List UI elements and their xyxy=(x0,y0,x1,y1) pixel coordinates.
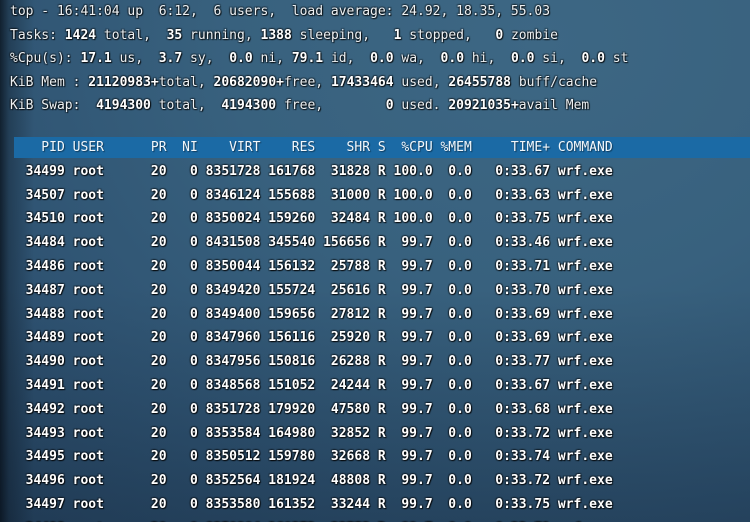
summary-text: KiB Mem : xyxy=(10,75,88,90)
process-row-34507: 34507 root 20 0 8346124 155688 31000 R 1… xyxy=(10,184,750,208)
summary-value: 4194300 xyxy=(96,98,151,113)
summary-line-5: KiB Swap: 4194300 total, 4194300 free, 0… xyxy=(10,94,750,118)
summary-text: used. xyxy=(394,98,449,113)
process-row-34498: 34498 root 20 0 8350904 160372 33752 R 9… xyxy=(10,517,750,522)
summary-line-2: Tasks: 1424 total, 35 running, 1388 slee… xyxy=(10,24,750,48)
process-row-34488: 34488 root 20 0 8349400 159656 27812 R 9… xyxy=(10,303,750,327)
summary-value: 17.1 xyxy=(80,51,111,66)
summary-text: sy, xyxy=(182,51,229,66)
summary-value: 1424 xyxy=(65,28,96,43)
process-table: 34499 root 20 0 8351728 161768 31828 R 1… xyxy=(10,160,750,522)
summary-value: 17433464 xyxy=(331,75,394,90)
summary-text: KiB Swap: xyxy=(10,98,96,113)
process-row-34499: 34499 root 20 0 8351728 161768 31828 R 1… xyxy=(10,160,750,184)
summary-text: sleeping, xyxy=(292,28,394,43)
summary-lines: top - 16:41:04 up 6:12, 6 users, load av… xyxy=(10,0,750,118)
summary-value: 0.0 xyxy=(581,51,604,66)
process-row-34497: 34497 root 20 0 8353580 161352 33244 R 9… xyxy=(10,493,750,517)
summary-value: 35 xyxy=(167,28,183,43)
process-row-34486: 34486 root 20 0 8350044 156132 25788 R 9… xyxy=(10,255,750,279)
summary-value: 0.0 xyxy=(441,51,464,66)
terminal-screen[interactable]: top - 16:41:04 up 6:12, 6 users, load av… xyxy=(0,0,750,522)
process-row-34495: 34495 root 20 0 8350512 159780 32668 R 9… xyxy=(10,445,750,469)
summary-value: 0.0 xyxy=(511,51,534,66)
summary-text: top - 16:41:04 up 6:12, 6 users, load av… xyxy=(10,4,550,19)
summary-value: 0 xyxy=(386,98,394,113)
process-row-34510: 34510 root 20 0 8350024 159260 32484 R 1… xyxy=(10,207,750,231)
summary-text: hi, xyxy=(464,51,511,66)
summary-value: 20921035+ xyxy=(448,98,518,113)
process-row-34491: 34491 root 20 0 8348568 151052 24244 R 9… xyxy=(10,374,750,398)
summary-value: 26455788 xyxy=(448,75,511,90)
summary-line-4: KiB Mem : 21120983+total, 20682090+free,… xyxy=(10,71,750,95)
summary-value: 21120983+ xyxy=(88,75,158,90)
summary-line-1: top - 16:41:04 up 6:12, 6 users, load av… xyxy=(10,0,750,24)
process-row-34493: 34493 root 20 0 8353584 164980 32852 R 9… xyxy=(10,422,750,446)
process-row-34487: 34487 root 20 0 8349420 155724 25616 R 9… xyxy=(10,279,750,303)
summary-value: 0.0 xyxy=(370,51,393,66)
summary-text: avail Mem xyxy=(519,98,589,113)
message-line xyxy=(10,118,750,136)
process-table-header: PID USER PR NI VIRT RES SHR S %CPU %MEM … xyxy=(10,136,750,160)
summary-value: 4194300 xyxy=(221,98,276,113)
summary-text: ni, xyxy=(253,51,292,66)
summary-text: st xyxy=(605,51,628,66)
summary-text: total, xyxy=(159,75,214,90)
summary-text: %Cpu(s): xyxy=(10,51,80,66)
summary-text: id, xyxy=(323,51,370,66)
summary-value: 0 xyxy=(495,28,503,43)
process-row-34492: 34492 root 20 0 8351728 179920 47580 R 9… xyxy=(10,398,750,422)
summary-value: 3.7 xyxy=(159,51,182,66)
summary-value: 79.1 xyxy=(292,51,323,66)
process-row-34496: 34496 root 20 0 8352564 181924 48808 R 9… xyxy=(10,469,750,493)
summary-text: running, xyxy=(182,28,260,43)
summary-text: total, xyxy=(96,28,166,43)
process-row-34490: 34490 root 20 0 8347956 150816 26288 R 9… xyxy=(10,350,750,374)
summary-text: buff/cache xyxy=(511,75,597,90)
summary-line-3: %Cpu(s): 17.1 us, 3.7 sy, 0.0 ni, 79.1 i… xyxy=(10,47,750,71)
process-row-34484: 34484 root 20 0 8431508 345540 156656 R … xyxy=(10,231,750,255)
summary-text: si, xyxy=(534,51,581,66)
summary-text: total, xyxy=(151,98,221,113)
summary-text: zombie xyxy=(503,28,558,43)
summary-text: stopped, xyxy=(401,28,495,43)
summary-value: 20682090+ xyxy=(214,75,284,90)
summary-text: free, xyxy=(284,75,331,90)
summary-value: 0.0 xyxy=(229,51,252,66)
process-row-34489: 34489 root 20 0 8347960 156116 25920 R 9… xyxy=(10,326,750,350)
summary-value: 1388 xyxy=(261,28,292,43)
summary-text: us, xyxy=(112,51,159,66)
summary-text: used, xyxy=(394,75,449,90)
summary-text: free, xyxy=(276,98,386,113)
top-command-output: top - 16:41:04 up 6:12, 6 users, load av… xyxy=(0,0,750,522)
summary-text: wa, xyxy=(394,51,441,66)
summary-text: Tasks: xyxy=(10,28,65,43)
